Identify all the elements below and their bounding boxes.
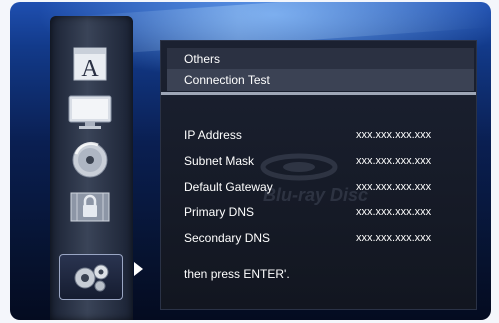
svg-text:A: A (81, 56, 99, 82)
ip-address-label: IP Address (184, 128, 242, 142)
divider (161, 92, 476, 95)
language-icon: A (73, 47, 107, 82)
tv-screen: A Others Connection Test Blu-ray Disc IP… (10, 2, 491, 320)
selection-arrow-icon (134, 262, 143, 276)
sidebar-item-lock[interactable] (62, 184, 118, 228)
subnet-mask-label: Subnet Mask (184, 154, 255, 168)
default-gateway-label: Default Gateway (184, 180, 273, 194)
primary-dns-label: Primary DNS (184, 205, 255, 219)
network-panel: Others Connection Test Blu-ray Disc IP A… (160, 40, 477, 310)
settings-sidebar: A (50, 16, 133, 320)
default-gateway-value: xxx.xxx.xxx.xxx (356, 181, 432, 193)
display-icon (68, 95, 112, 129)
secondary-dns-label: Secondary DNS (184, 231, 271, 245)
menu-item-connection-test[interactable]: Connection Test (167, 69, 474, 91)
sidebar-item-language[interactable]: A (62, 42, 118, 86)
enter-hint: then press ENTER'. (184, 267, 290, 281)
settings-gear-icon (74, 264, 109, 292)
sidebar-item-settings[interactable] (59, 254, 123, 300)
menu-item-others[interactable]: Others (167, 48, 474, 70)
ip-address-value: xxx.xxx.xxx.xxx (356, 129, 432, 141)
subnet-mask-value: xxx.xxx.xxx.xxx (356, 155, 432, 167)
primary-dns-value: xxx.xxx.xxx.xxx (356, 206, 432, 218)
lock-icon (70, 192, 110, 222)
secondary-dns-value: xxx.xxx.xxx.xxx (356, 232, 432, 244)
sidebar-item-display[interactable] (62, 90, 118, 134)
watermark-text: Blu-ray Disc (263, 185, 368, 205)
sidebar-item-disc[interactable] (62, 138, 118, 182)
disc-icon (72, 141, 108, 178)
